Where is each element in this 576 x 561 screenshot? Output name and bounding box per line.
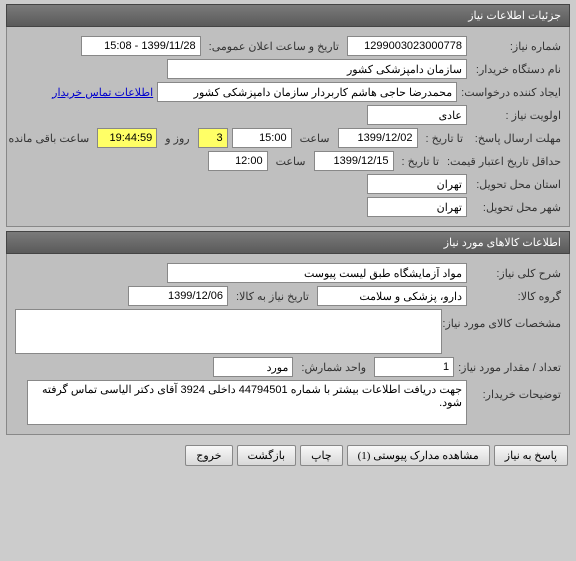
attachments-button[interactable]: مشاهده مدارک پیوستی (1) [347, 445, 490, 466]
spec-textarea[interactable] [15, 309, 442, 354]
province-label: استان محل تحویل: [471, 178, 561, 191]
until-label-2: تا تاریخ : [398, 155, 443, 168]
niaz-no-input[interactable] [347, 36, 467, 56]
contact-link[interactable]: اطلاعات تماس خریدار [52, 86, 153, 99]
city-input[interactable] [367, 197, 467, 217]
announce-label: تاریخ و ساعت اعلان عمومی: [205, 40, 343, 53]
city-label: شهر محل تحویل: [471, 201, 561, 214]
buyer-label: نام دستگاه خریدار: [471, 63, 561, 76]
validity-label: حداقل تاریخ اعتبار قیمت: [447, 155, 561, 168]
priority-input[interactable] [367, 105, 467, 125]
panel1-title: جزئیات اطلاعات نیاز [6, 4, 570, 27]
time-label-1: ساعت [296, 132, 334, 145]
announce-date-input[interactable] [81, 36, 201, 56]
days-label: روز و [161, 132, 193, 145]
remain-label: ساعت باقی مانده [5, 132, 94, 145]
goods-info-panel: اطلاعات کالاهای مورد نیاز شرح کلی نیاز: … [6, 231, 570, 435]
print-button[interactable]: چاپ [300, 445, 343, 466]
need-details-panel: جزئیات اطلاعات نیاز شماره نیاز: تاریخ و … [6, 4, 570, 227]
days-input[interactable] [198, 128, 228, 148]
countdown-input[interactable] [97, 128, 157, 148]
spec-label: مشخصات کالای مورد نیاز: [446, 309, 561, 330]
validity-date-input[interactable] [314, 151, 394, 171]
deadline-label: مهلت ارسال پاسخ: [471, 132, 561, 145]
validity-time-input[interactable] [208, 151, 268, 171]
time-label-2: ساعت [272, 155, 310, 168]
creator-label: ایجاد کننده درخواست: [461, 86, 561, 99]
unit-input[interactable] [213, 357, 293, 377]
priority-label: اولویت نیاز : [471, 109, 561, 122]
group-label: گروه کالا: [471, 290, 561, 303]
notes-label: توضیحات خریدار: [471, 380, 561, 401]
back-button[interactable]: بازگشت [237, 445, 297, 466]
province-input[interactable] [367, 174, 467, 194]
qty-input[interactable] [374, 357, 454, 377]
group-input[interactable] [317, 286, 467, 306]
panel2-body: شرح کلی نیاز: گروه کالا: تاریخ نیاز به ک… [6, 254, 570, 435]
deadline-date-input[interactable] [338, 128, 418, 148]
qty-label: تعداد / مقدار مورد نیاز: [458, 361, 561, 374]
desc-label: شرح کلی نیاز: [471, 267, 561, 280]
need-date-input[interactable] [128, 286, 228, 306]
panel1-body: شماره نیاز: تاریخ و ساعت اعلان عمومی: نا… [6, 27, 570, 227]
need-date-label: تاریخ نیاز به کالا: [232, 290, 313, 303]
creator-input[interactable] [157, 82, 457, 102]
panel2-title: اطلاعات کالاهای مورد نیاز [6, 231, 570, 254]
deadline-time-input[interactable] [232, 128, 292, 148]
buyer-input[interactable] [167, 59, 467, 79]
reply-button[interactable]: پاسخ به نیاز [494, 445, 568, 466]
niaz-no-label: شماره نیاز: [471, 40, 561, 53]
desc-input[interactable] [167, 263, 467, 283]
notes-textarea[interactable] [27, 380, 467, 425]
unit-label: واحد شمارش: [297, 361, 370, 374]
exit-button[interactable]: خروج [185, 445, 232, 466]
until-label: تا تاریخ : [422, 132, 467, 145]
button-bar: پاسخ به نیاز مشاهده مدارک پیوستی (1) چاپ… [0, 439, 576, 472]
